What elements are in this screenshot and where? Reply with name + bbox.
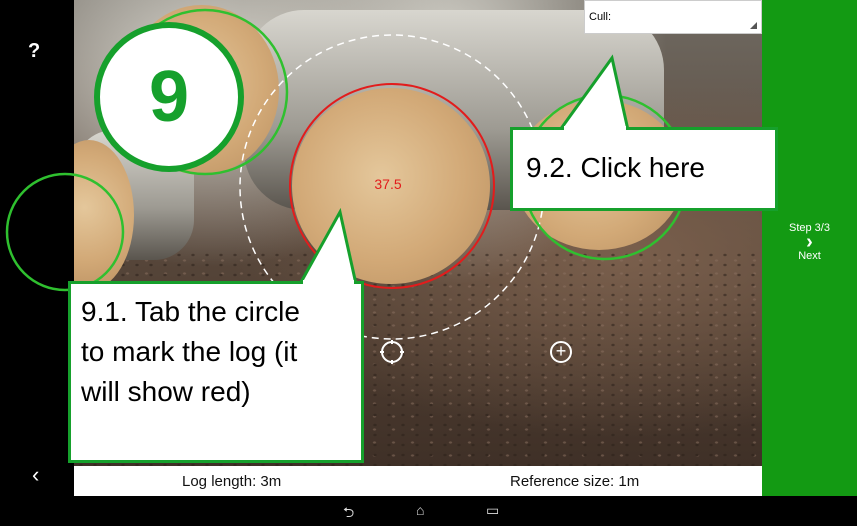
callout-9-1-text: 9.1. Tab the circle to mark the log (it …: [81, 296, 300, 407]
callout-step-9-1: 9.1. Tab the circle to mark the log (it …: [68, 281, 364, 463]
callout-9-2-text: 9.2. Click here: [526, 152, 705, 183]
callout-9-1-seam: [303, 280, 354, 284]
callout-9-2-seam: [564, 126, 626, 130]
callout-step-9-2: 9.2. Click here: [510, 127, 778, 211]
callout-9-1-tail: [297, 207, 358, 286]
callout-9-2-tail: [557, 54, 630, 132]
